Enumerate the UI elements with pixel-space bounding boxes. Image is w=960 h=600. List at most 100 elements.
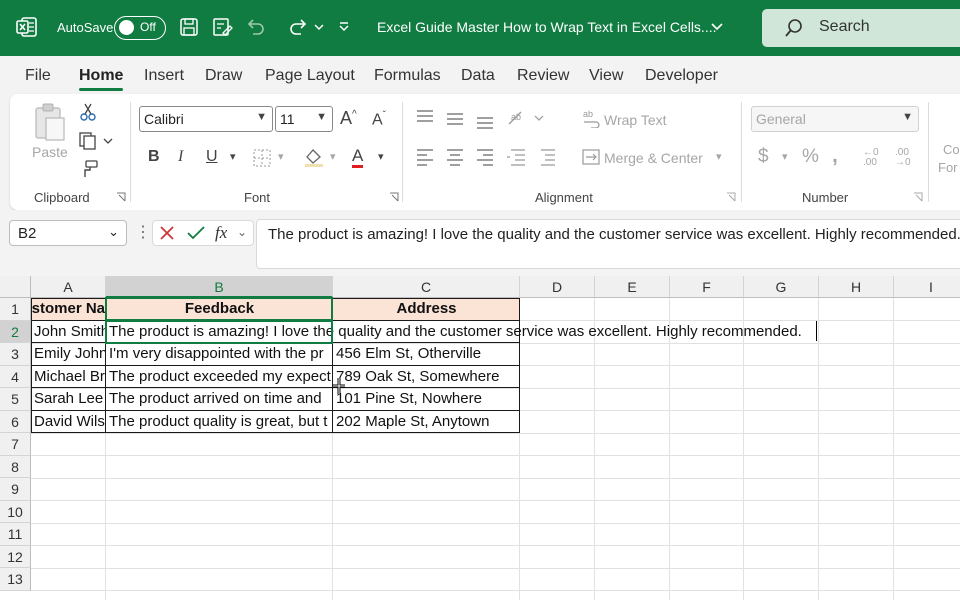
- vertical-align-icons[interactable]: [415, 108, 495, 132]
- col-header-a[interactable]: A: [31, 276, 106, 298]
- alignment-launcher-icon[interactable]: [726, 192, 736, 202]
- decrease-font-size-icon[interactable]: Aˇ: [372, 110, 386, 129]
- font-size-combo[interactable]: 11 ▼: [275, 106, 333, 132]
- copy-icon[interactable]: [78, 132, 114, 150]
- styles-partial-label-2[interactable]: For: [938, 160, 958, 175]
- number-launcher-icon[interactable]: [913, 192, 923, 202]
- insert-function-icon[interactable]: fx: [215, 223, 227, 243]
- more-options-icon[interactable]: ⋮: [135, 222, 151, 242]
- cell-c4[interactable]: 789 Oak St, Somewhere: [333, 366, 520, 389]
- col-header-e[interactable]: E: [595, 276, 670, 298]
- row-header-8[interactable]: 8: [0, 455, 31, 478]
- select-all-corner[interactable]: [0, 276, 31, 298]
- col-header-h[interactable]: H: [819, 276, 894, 298]
- number-format-combo[interactable]: General ▼: [751, 106, 919, 132]
- redo-icon[interactable]: [288, 16, 310, 38]
- col-header-b[interactable]: B: [106, 276, 333, 298]
- decrease-decimal-icon[interactable]: .00 →0: [895, 148, 911, 168]
- borders-dropdown-icon[interactable]: ▾: [278, 150, 284, 163]
- cell-a3[interactable]: Emily John: [31, 343, 106, 366]
- wrap-text-label[interactable]: Wrap Text: [604, 112, 667, 128]
- underline-dropdown-icon[interactable]: ▾: [230, 150, 236, 163]
- col-header-c[interactable]: C: [333, 276, 520, 298]
- row-header-11[interactable]: 11: [0, 523, 31, 546]
- cell-a2[interactable]: John Smith: [31, 321, 106, 344]
- formula-input[interactable]: The product is amazing! I love the quali…: [256, 219, 960, 269]
- increase-font-size-icon[interactable]: A^: [340, 108, 357, 129]
- enter-icon[interactable]: [187, 225, 205, 241]
- row-header-5[interactable]: 5: [0, 388, 31, 411]
- tab-draw[interactable]: Draw: [205, 67, 242, 85]
- cell-a4[interactable]: Michael Br: [31, 366, 106, 389]
- italic-icon[interactable]: I: [178, 148, 183, 166]
- col-header-i[interactable]: I: [894, 276, 960, 298]
- horizontal-align-icons[interactable]: [415, 146, 555, 168]
- tab-insert[interactable]: Insert: [144, 67, 184, 85]
- cell-b3[interactable]: I'm very disappointed with the pr: [106, 343, 333, 366]
- cell-c5[interactable]: 101 Pine St, Nowhere: [333, 388, 520, 411]
- font-launcher-icon[interactable]: [389, 192, 399, 202]
- tab-formulas[interactable]: Formulas: [374, 67, 441, 85]
- orientation-icon[interactable]: ab: [507, 108, 547, 128]
- tab-page-layout[interactable]: Page Layout: [265, 67, 355, 85]
- cell-c1[interactable]: Address: [333, 298, 520, 321]
- merge-dropdown-icon[interactable]: ▾: [716, 150, 722, 163]
- tab-developer[interactable]: Developer: [645, 67, 718, 85]
- borders-icon[interactable]: [252, 148, 272, 168]
- cell-b2[interactable]: The product is amazing! I love the quali…: [106, 321, 802, 344]
- function-dropdown-icon[interactable]: ⌄: [237, 225, 247, 239]
- wrap-text-icon[interactable]: ab: [582, 108, 602, 128]
- tab-view[interactable]: View: [589, 67, 623, 85]
- cell-a6[interactable]: David Wils: [31, 411, 106, 434]
- font-color-icon[interactable]: A: [352, 146, 364, 168]
- font-color-dropdown-icon[interactable]: ▾: [378, 150, 384, 163]
- tab-file[interactable]: File: [25, 67, 51, 85]
- customize-toolbar-icon[interactable]: [336, 16, 352, 38]
- row-header-6[interactable]: 6: [0, 410, 31, 433]
- tab-review[interactable]: Review: [517, 67, 569, 85]
- font-name-combo[interactable]: Calibri ▼: [139, 106, 273, 132]
- currency-dropdown-icon[interactable]: ▾: [782, 150, 788, 163]
- undo-icon[interactable]: [244, 16, 266, 38]
- row-header-3[interactable]: 3: [0, 343, 31, 366]
- paste-label[interactable]: Paste: [32, 144, 68, 160]
- name-box[interactable]: B2 ⌄: [9, 220, 127, 246]
- styles-partial-label-1[interactable]: Co: [943, 142, 960, 157]
- row-header-7[interactable]: 7: [0, 433, 31, 456]
- cell-a1[interactable]: stomer Na: [31, 298, 106, 321]
- cell-b5[interactable]: The product arrived on time and: [106, 388, 333, 411]
- save-icon[interactable]: [178, 16, 200, 38]
- autosave-toggle[interactable]: Off: [114, 16, 166, 40]
- document-title[interactable]: Excel Guide Master How to Wrap Text in E…: [377, 19, 717, 35]
- col-header-f[interactable]: F: [670, 276, 744, 298]
- title-chevron-down-icon[interactable]: [710, 20, 724, 34]
- row-header-13[interactable]: 13: [0, 568, 31, 591]
- currency-icon[interactable]: $: [758, 146, 769, 168]
- col-header-d[interactable]: D: [520, 276, 595, 298]
- cell-a5[interactable]: Sarah Lee: [31, 388, 106, 411]
- fill-color-icon[interactable]: [303, 146, 325, 168]
- col-header-g[interactable]: G: [744, 276, 819, 298]
- bold-icon[interactable]: B: [148, 148, 160, 166]
- cell-b6[interactable]: The product quality is great, but t: [106, 411, 333, 434]
- cancel-icon[interactable]: [159, 225, 175, 241]
- redo-dropdown-icon[interactable]: [312, 16, 326, 38]
- format-painter-icon[interactable]: [80, 160, 98, 178]
- tab-home[interactable]: Home: [79, 67, 123, 85]
- clipboard-launcher-icon[interactable]: [116, 192, 126, 202]
- cut-icon[interactable]: [80, 102, 96, 122]
- row-header-4[interactable]: 4: [0, 365, 31, 388]
- tab-data[interactable]: Data: [461, 67, 495, 85]
- cell-c3[interactable]: 456 Elm St, Otherville: [333, 343, 520, 366]
- form-edit-icon[interactable]: [211, 16, 233, 38]
- merge-center-icon[interactable]: [582, 148, 600, 166]
- row-header-12[interactable]: 12: [0, 545, 31, 568]
- increase-decimal-icon[interactable]: ←0.00: [863, 148, 879, 168]
- underline-icon[interactable]: U: [206, 148, 218, 166]
- row-header-9[interactable]: 9: [0, 478, 31, 501]
- cell-b4[interactable]: The product exceeded my expect: [106, 366, 333, 389]
- search-box[interactable]: Search: [762, 9, 960, 47]
- row-header-1[interactable]: 1: [0, 298, 31, 321]
- row-header-10[interactable]: 10: [0, 500, 31, 523]
- cell-b1[interactable]: Feedback: [106, 298, 333, 321]
